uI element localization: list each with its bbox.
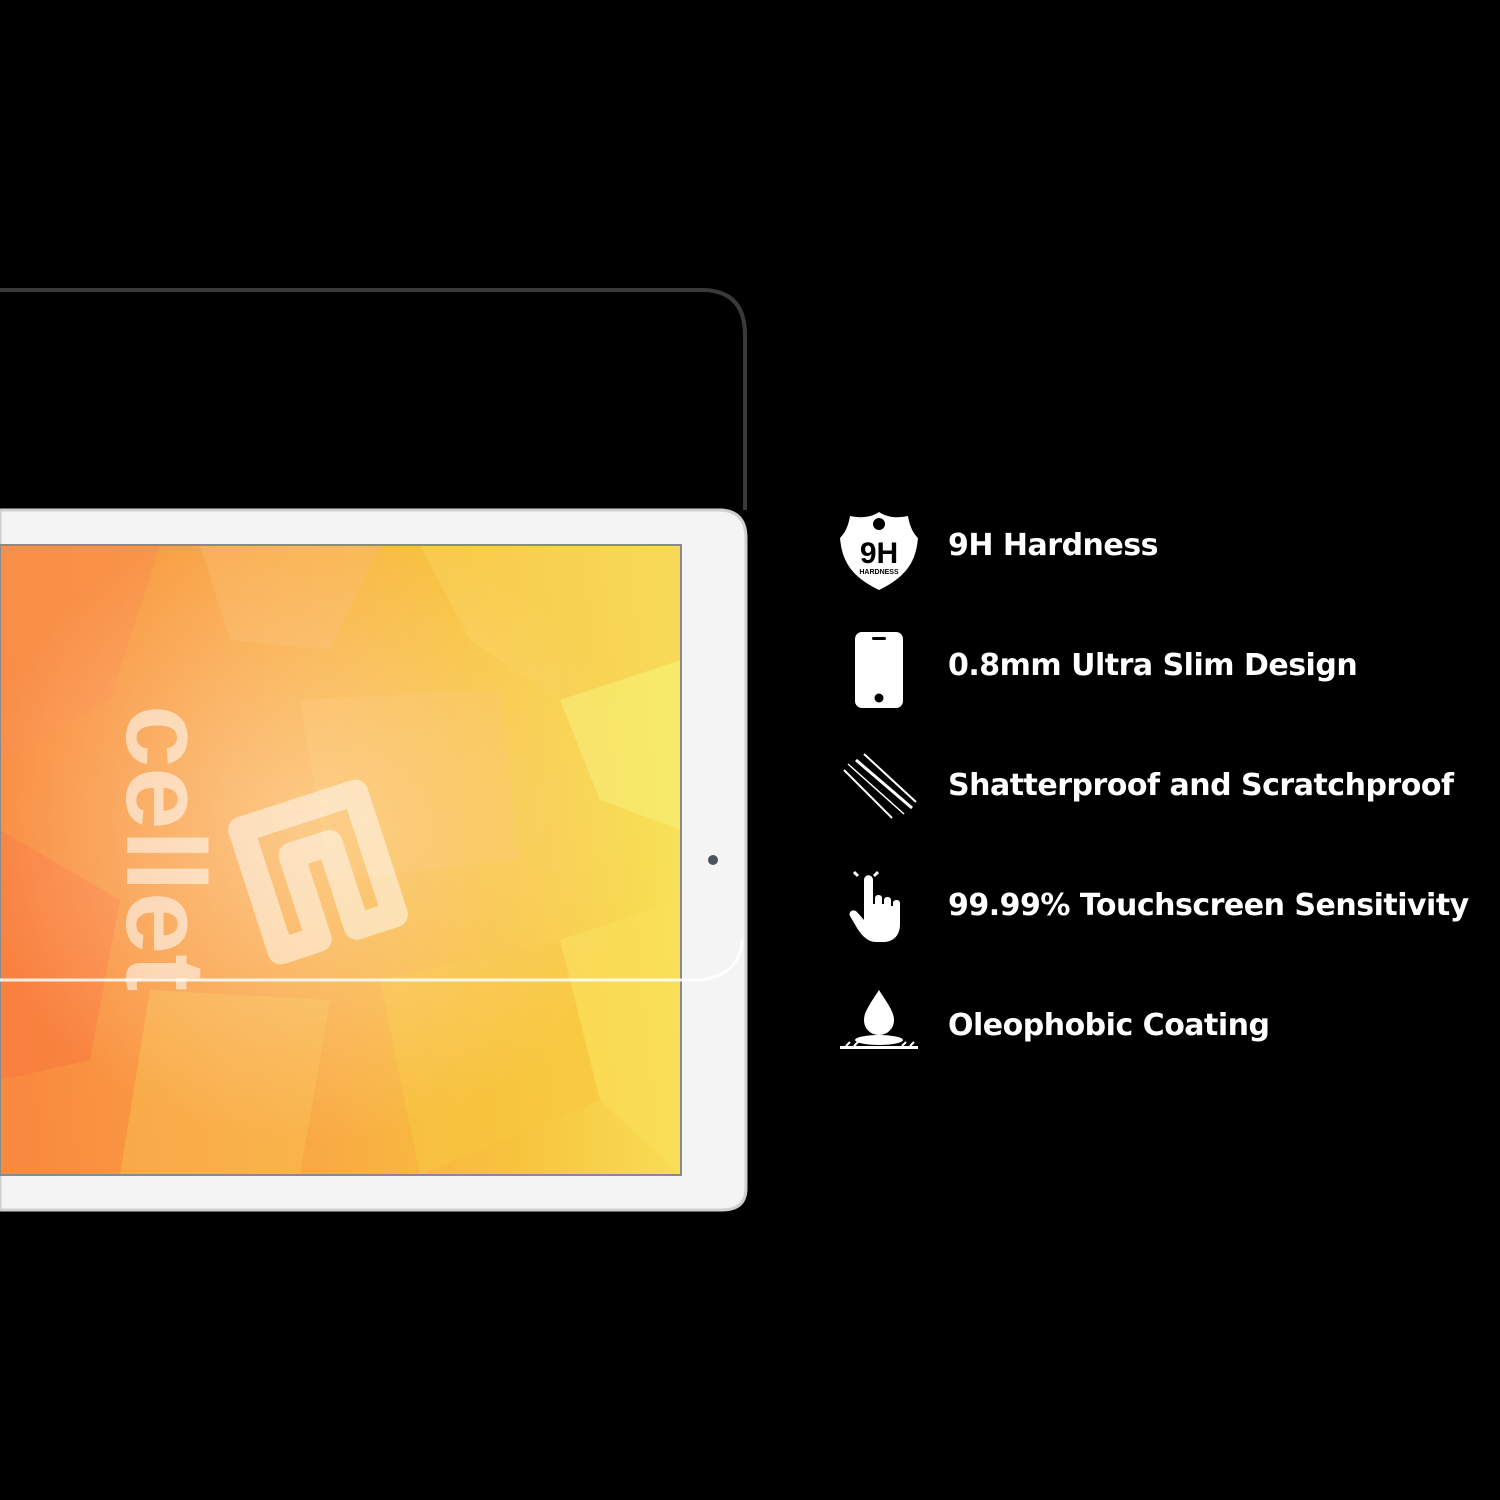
scratch-marks-icon [838,750,920,832]
tablet-sensor-dot [708,855,718,865]
feature-item-hardness: 9H HARDNESS 9H Hardness [838,510,1478,630]
feature-item-shatterproof: Shatterproof and Scratchproof [838,750,1478,870]
badge-hardness-text: HARDNESS [859,569,899,576]
feature-label: 9H Hardness [948,528,1158,563]
glass-protector-outline [0,288,747,510]
feature-item-oleophobic: Oleophobic Coating [838,990,1478,1110]
9h-hardness-badge-icon: 9H HARDNESS [838,510,920,592]
feature-label: Shatterproof and Scratchproof [948,768,1454,803]
water-drop-icon [838,990,920,1072]
brand-watermark-text: cellet [103,705,228,991]
feature-item-touch-sensitivity: 99.99% Touchscreen Sensitivity [838,870,1478,990]
feature-item-slim-design: 0.8mm Ultra Slim Design [838,630,1478,750]
feature-list: 9H HARDNESS 9H Hardness 0.8mm Ultra Slim… [838,510,1478,1110]
smartphone-icon [838,630,920,712]
feature-label: Oleophobic Coating [948,1008,1270,1043]
pointing-hand-icon [838,870,920,952]
badge-9h-text: 9H [860,537,898,570]
feature-label: 99.99% Touchscreen Sensitivity [948,888,1469,923]
feature-label: 0.8mm Ultra Slim Design [948,648,1358,683]
